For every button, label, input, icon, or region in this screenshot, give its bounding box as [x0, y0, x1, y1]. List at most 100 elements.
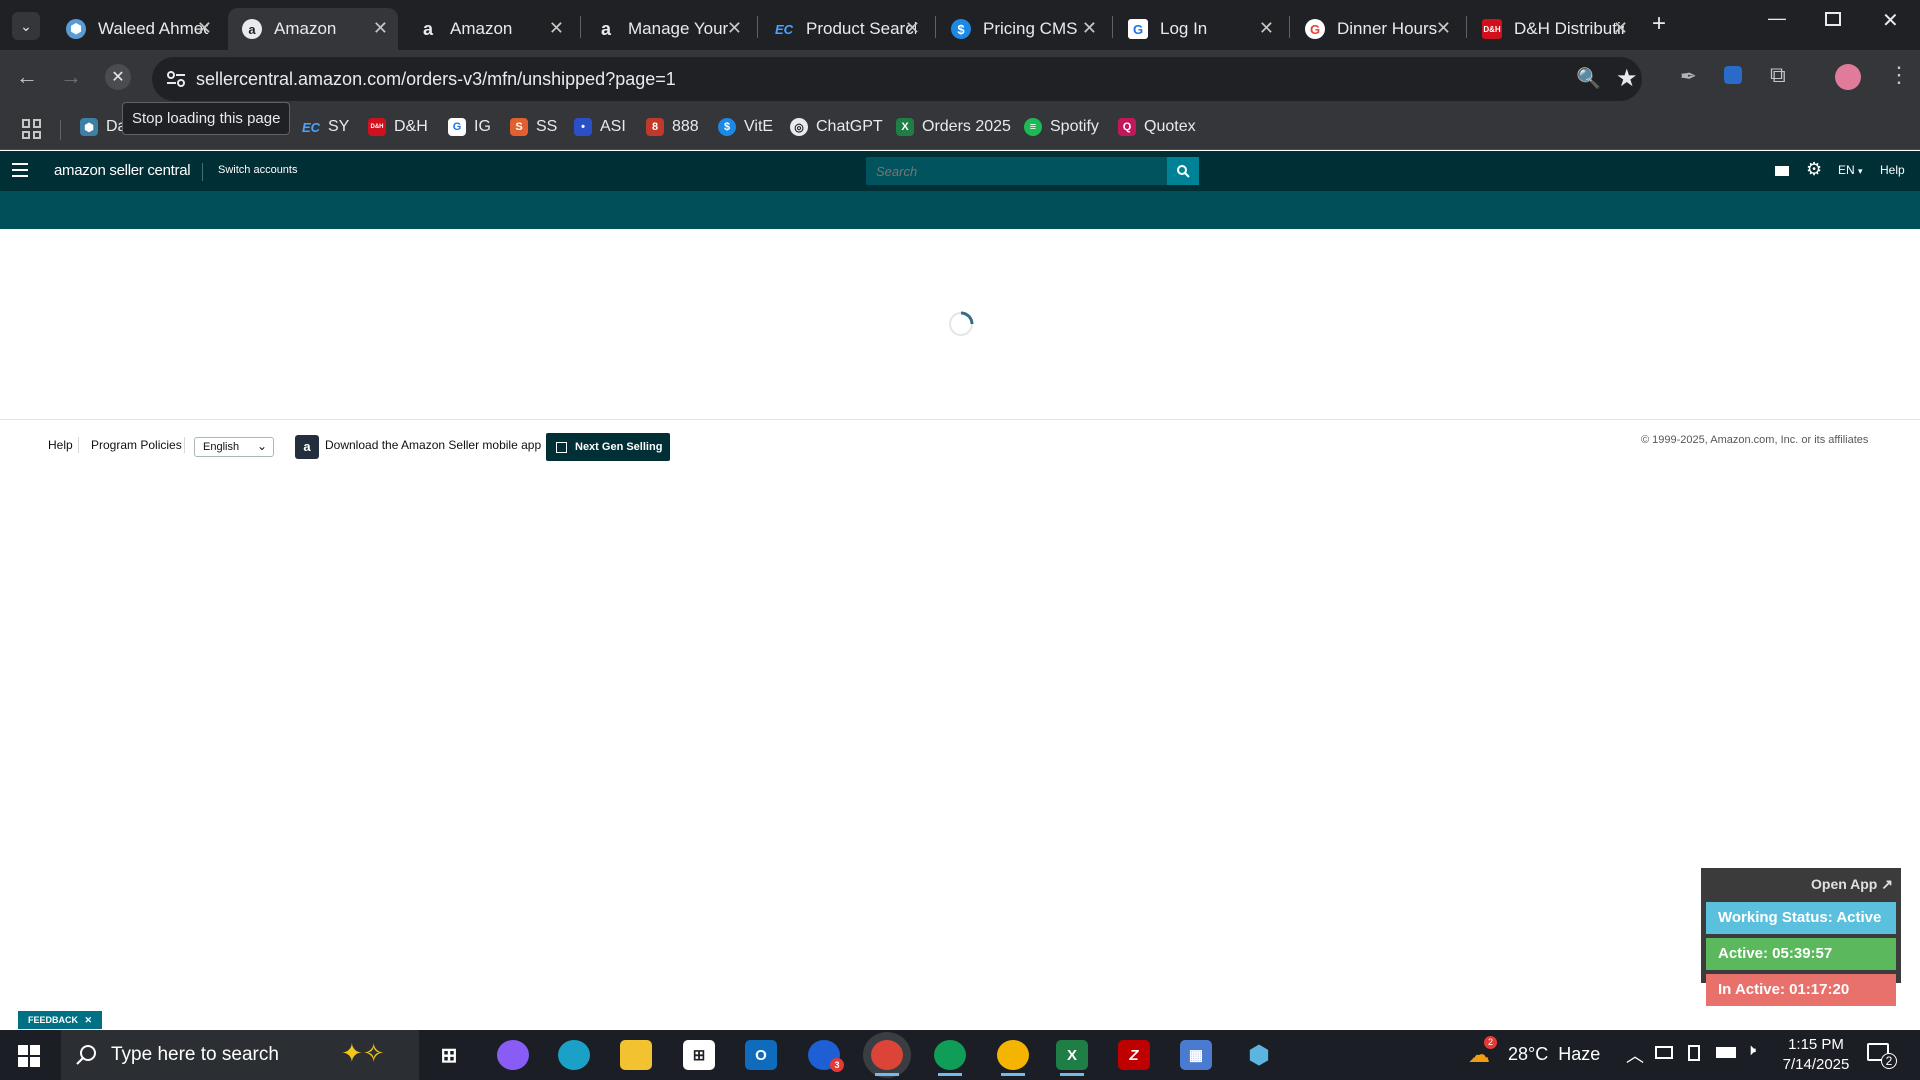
restore-window-icon[interactable] [1825, 12, 1841, 26]
extension-puzzle-blue-icon[interactable] [1724, 66, 1742, 84]
display-icon[interactable] [1655, 1046, 1673, 1059]
battery-icon[interactable] [1716, 1047, 1736, 1058]
close-tab-icon[interactable]: ✕ [1259, 18, 1274, 39]
caret-down-icon: ▾ [1858, 166, 1863, 176]
copyright-text: © 1999-2025, Amazon.com, Inc. or its aff… [1641, 434, 1869, 446]
bookmark-spotify[interactable]: ≡ Spotify [1024, 118, 1099, 136]
close-tab-icon[interactable]: ✕ [549, 18, 564, 39]
help-link[interactable]: Help [1880, 163, 1905, 177]
seller-central-logo[interactable]: amazon seller central [54, 162, 191, 179]
gear-icon[interactable]: ⚙ [1806, 159, 1822, 180]
tab-pricing-cms[interactable]: $ Pricing CMS ✕ [937, 8, 1107, 50]
extensions-icon[interactable]: ⧉ [1770, 62, 1786, 88]
seller-search-input[interactable] [866, 157, 1166, 185]
windows-start-icon[interactable] [18, 1045, 40, 1067]
seller-central-footer: Help Program Policies English ⌄ a Downlo… [0, 419, 1920, 471]
inactive-time-row: In Active: 01:17:20 [1706, 974, 1896, 1006]
tab-amazon-active[interactable]: a Amazon ✕ [228, 8, 398, 50]
close-tab-icon[interactable]: ✕ [1613, 18, 1628, 39]
apps-grid-icon[interactable] [22, 119, 42, 139]
task-view-icon[interactable]: ⊞ [433, 1040, 465, 1070]
tab-waleed[interactable]: ⬢ Waleed Ahmed ✕ [52, 8, 222, 50]
tab-search-button[interactable]: ⌄ [12, 12, 40, 40]
bookmark-888[interactable]: 8 888 [646, 118, 699, 136]
amazon-icon: a [242, 19, 262, 39]
taskbar-search-placeholder: Type here to search [111, 1044, 279, 1065]
back-arrow-icon[interactable]: ← [16, 64, 38, 90]
minimize-window-icon[interactable]: — [1768, 8, 1786, 29]
program-policies-link[interactable]: Program Policies [91, 438, 182, 452]
file-explorer-icon[interactable] [620, 1040, 652, 1070]
tab-log-in[interactable]: G Log In ✕ [1114, 8, 1284, 50]
outlook-icon[interactable]: O [745, 1040, 777, 1070]
tab-dh-distributing[interactable]: D&H D&H Distributing ✕ [1468, 8, 1638, 50]
chrome-profile-icon[interactable] [934, 1040, 966, 1076]
close-tab-icon[interactable]: ✕ [905, 18, 920, 39]
show-hidden-icons-icon[interactable]: ︿ [1626, 1042, 1644, 1068]
bookmark-asi[interactable]: • ASI [574, 118, 626, 136]
open-app-link[interactable]: Open App ↗ [1811, 876, 1893, 893]
search-button[interactable] [1167, 157, 1199, 185]
zoom-icon[interactable]: 🔍 [1576, 66, 1601, 91]
bookmark-dh[interactable]: D&H D&H [368, 118, 428, 136]
taskbar-search-box[interactable]: Type here to search ✦✧ [61, 1030, 419, 1080]
mail-icon[interactable] [1775, 166, 1789, 176]
next-gen-selling-button[interactable]: Next Gen Selling [546, 433, 670, 461]
chrome-profile-2-icon[interactable] [997, 1040, 1029, 1076]
stop-loading-icon[interactable]: ✕ [105, 64, 131, 90]
new-tab-plus-icon[interactable]: + [1652, 10, 1666, 38]
bookmark-ig[interactable]: G IG [448, 118, 491, 136]
close-window-icon[interactable]: ✕ [1882, 8, 1899, 33]
switch-accounts-link[interactable]: Switch accounts [218, 164, 297, 176]
excel-icon[interactable]: X [1056, 1040, 1088, 1076]
download-app-link[interactable]: Download the Amazon Seller mobile app [325, 438, 541, 452]
feedback-button[interactable]: FEEDBACK ✕ [18, 1011, 103, 1029]
tab-amazon[interactable]: a Amazon ✕ [404, 8, 574, 50]
copilot-icon[interactable] [497, 1040, 529, 1070]
close-tab-icon[interactable]: ✕ [1082, 18, 1097, 39]
site-info-icon[interactable] [166, 70, 186, 88]
footer-help-link[interactable]: Help [48, 438, 73, 452]
language-selector[interactable]: EN ▾ [1838, 163, 1863, 177]
footer-language-select[interactable]: English ⌄ [194, 437, 274, 457]
tab-separator [580, 16, 581, 38]
bookmark-star-icon[interactable]: ★ [1616, 64, 1638, 93]
edge-icon[interactable] [558, 1040, 590, 1070]
volume-muted-icon[interactable]: 🕨 [1746, 1042, 1756, 1060]
bookmark-orders-2025[interactable]: X Orders 2025 [896, 118, 1011, 136]
tab-product-search[interactable]: EC Product Search ✕ [760, 8, 930, 50]
clock[interactable]: 1:15 PM 7/14/2025 [1776, 1035, 1856, 1075]
browser-menu-icon[interactable]: ⋮ [1888, 62, 1910, 88]
forward-arrow-icon[interactable]: → [60, 64, 82, 90]
hamburger-menu-icon[interactable] [12, 163, 28, 177]
chevron-down-icon: ⌄ [256, 439, 267, 453]
profile-avatar[interactable] [1835, 64, 1861, 90]
bookmark-vite[interactable]: $ VitE [718, 118, 773, 136]
close-tab-icon[interactable]: ✕ [1436, 18, 1451, 39]
bookmark-quotex[interactable]: Q Quotex [1118, 118, 1196, 136]
chrome-icon[interactable] [871, 1040, 903, 1076]
bookmark-sy[interactable]: EC SY [302, 118, 349, 136]
close-icon[interactable]: ✕ [85, 1015, 93, 1025]
weather-icon[interactable]: ☁ 2 [1468, 1036, 1497, 1068]
address-bar[interactable]: sellercentral.amazon.com/orders-v3/mfn/u… [152, 57, 1642, 101]
microsoft-store-icon[interactable]: ⊞ [683, 1040, 715, 1070]
bookmark-ss[interactable]: S SS [510, 118, 557, 136]
tab-dinner-hours[interactable]: G Dinner Hours ✕ [1291, 8, 1461, 50]
close-tab-icon[interactable]: ✕ [727, 18, 742, 39]
hexagon-app-icon[interactable]: ⬢ [1243, 1040, 1275, 1070]
tab-manage-your[interactable]: a Manage Your ✕ [582, 8, 752, 50]
close-tab-icon[interactable]: ✕ [197, 18, 212, 39]
notifications-icon[interactable]: 2 [1867, 1043, 1897, 1069]
tab-separator [1112, 16, 1113, 38]
filezilla-icon[interactable]: Z [1118, 1040, 1150, 1070]
calculator-icon[interactable]: ▦ [1180, 1040, 1212, 1070]
seller-central-header: amazon seller central Switch accounts ⚙ … [0, 151, 1920, 191]
device-icon[interactable] [1688, 1045, 1700, 1061]
close-tab-icon[interactable]: ✕ [373, 18, 388, 39]
weather-text[interactable]: 28°C Haze [1508, 1044, 1600, 1065]
bookmark-chatgpt[interactable]: ◎ ChatGPT [790, 118, 883, 136]
app-with-badge-icon[interactable]: 3 [808, 1040, 844, 1072]
bookmark-da[interactable]: ⬢ Da [80, 118, 126, 136]
extension-feather-icon[interactable]: ✒ [1680, 64, 1697, 89]
